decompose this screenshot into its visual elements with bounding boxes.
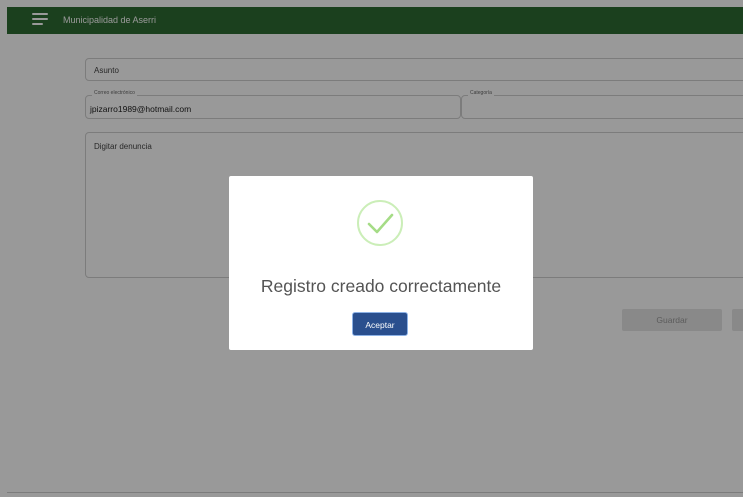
success-check-icon [357,200,403,246]
success-dialog: Registro creado correctamente Aceptar [229,176,533,350]
dialog-message: Registro creado correctamente [260,276,502,296]
accept-button[interactable]: Aceptar [352,312,408,336]
